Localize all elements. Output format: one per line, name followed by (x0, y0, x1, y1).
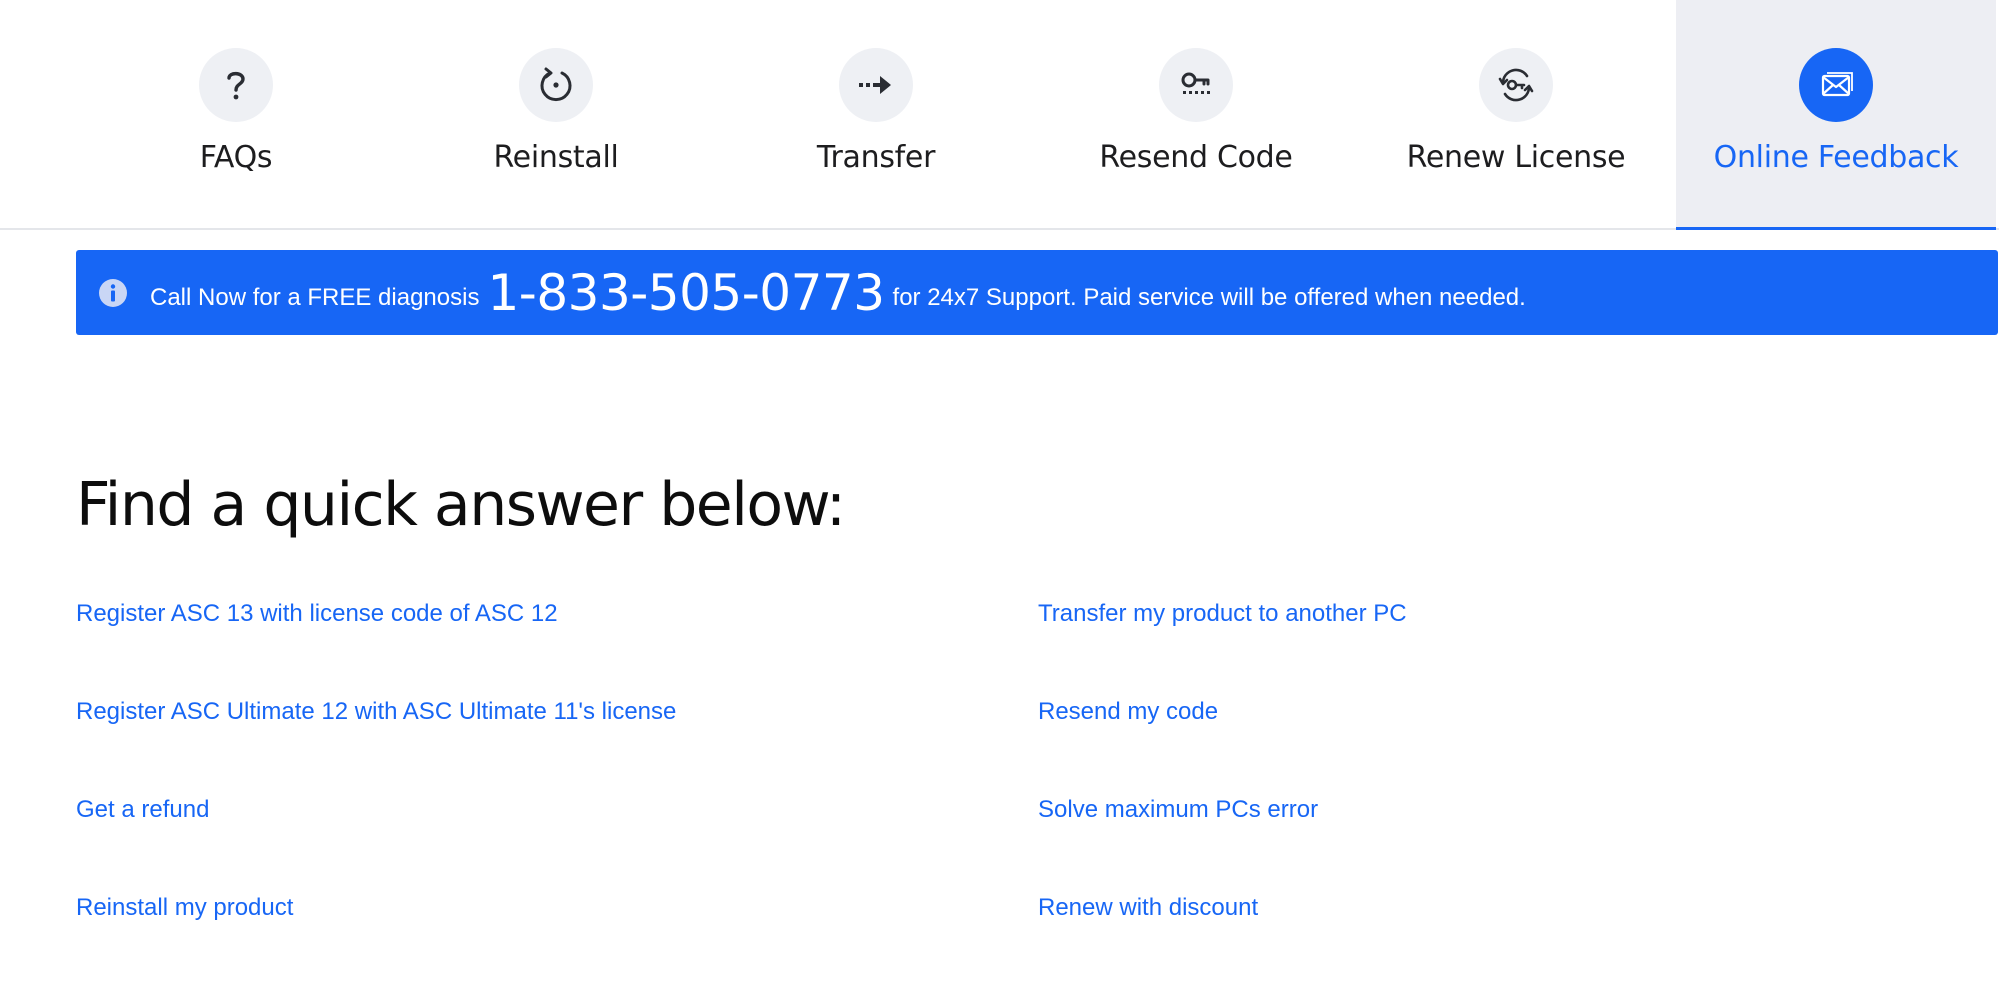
link-reinstall-product[interactable]: Reinstall my product (76, 894, 293, 922)
link-transfer-product[interactable]: Transfer my product to another PC (1038, 600, 1407, 628)
tab-transfer[interactable]: Transfer (716, 0, 1036, 230)
quick-answers-heading: Find a quick answer below: (76, 470, 846, 540)
question-mark-icon (199, 48, 273, 122)
support-phone-number[interactable]: 1-833-505-0773 (487, 268, 885, 318)
envelope-icon (1799, 48, 1873, 122)
tab-label: Renew License (1406, 140, 1626, 175)
link-solve-max-pcs[interactable]: Solve maximum PCs error (1038, 796, 1318, 824)
tab-faqs[interactable]: FAQs (76, 0, 396, 230)
link-get-refund[interactable]: Get a refund (76, 796, 209, 824)
tab-reinstall[interactable]: Reinstall (396, 0, 716, 230)
transfer-arrow-icon (839, 48, 913, 122)
link-register-asc-ultimate12[interactable]: Register ASC Ultimate 12 with ASC Ultima… (76, 698, 676, 726)
reinstall-icon (519, 48, 593, 122)
link-renew-discount[interactable]: Renew with discount (1038, 894, 1258, 922)
banner-post-text: for 24x7 Support. Paid service will be o… (892, 283, 1526, 311)
link-resend-code[interactable]: Resend my code (1038, 698, 1218, 726)
tab-renew-license[interactable]: Renew License (1356, 0, 1676, 230)
key-icon (1159, 48, 1233, 122)
info-icon (99, 278, 127, 307)
tab-label: Resend Code (1099, 140, 1293, 175)
tab-resend-code[interactable]: Resend Code (1036, 0, 1356, 230)
link-register-asc13[interactable]: Register ASC 13 with license code of ASC… (76, 600, 558, 628)
tab-label: Reinstall (493, 140, 619, 175)
banner-pre-text: Call Now for a FREE diagnosis (150, 283, 480, 311)
tab-label: FAQs (199, 140, 273, 175)
tab-label: Transfer (816, 140, 936, 175)
tab-online-feedback[interactable]: Online Feedback (1676, 0, 1996, 230)
tab-label: Online Feedback (1713, 140, 1959, 175)
support-tab-bar: FAQs Reinstall Transfer Resend Code Rene… (0, 0, 1999, 230)
support-call-banner: Call Now for a FREE diagnosis 1-833-505-… (76, 250, 1998, 335)
renew-key-icon (1479, 48, 1553, 122)
